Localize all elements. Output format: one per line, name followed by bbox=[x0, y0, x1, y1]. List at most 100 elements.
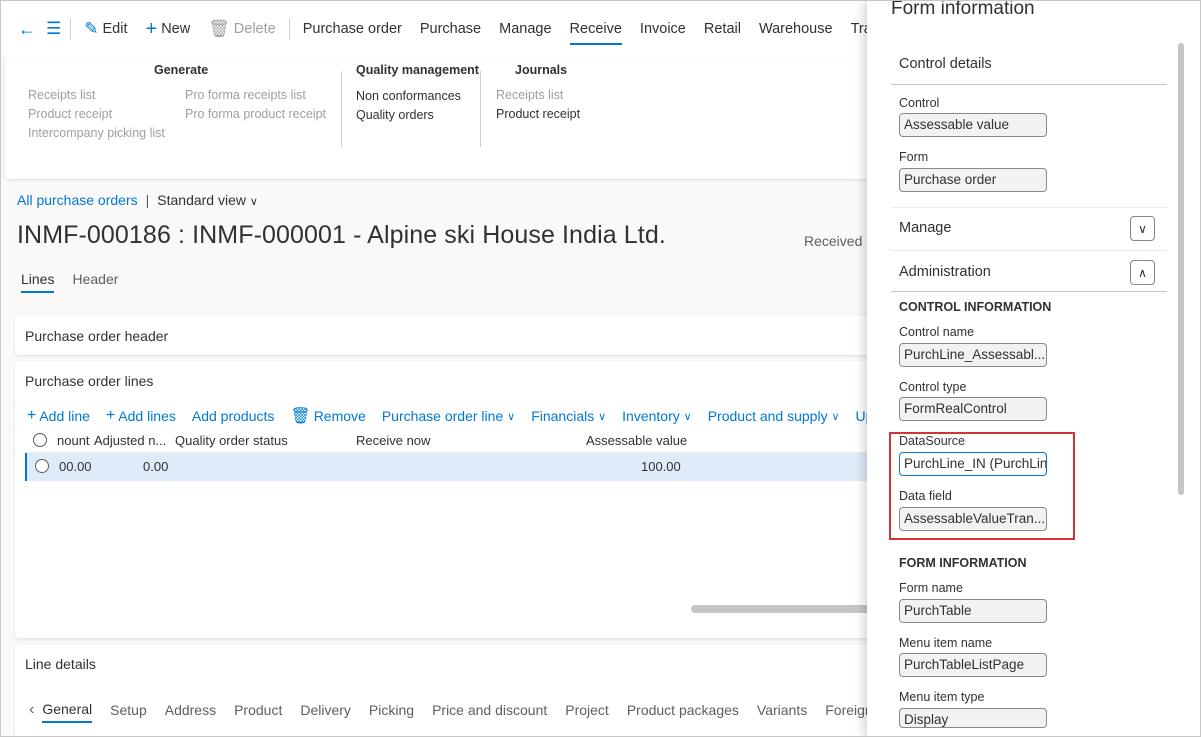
menu-item-type-label: Menu item type bbox=[899, 690, 985, 704]
column-quality-order-status[interactable]: Quality order status bbox=[175, 433, 288, 448]
menu-item-type-field[interactable]: Display bbox=[899, 708, 1047, 728]
delete-button[interactable]: 🗑 Delete bbox=[199, 1, 285, 57]
tab-address[interactable]: Address bbox=[165, 702, 216, 722]
panel-title: Purchase order header bbox=[25, 328, 169, 344]
product-supply-label: Product and supply bbox=[707, 408, 828, 424]
menu-item-name-label: Menu item name bbox=[899, 636, 993, 650]
tab-product-packages[interactable]: Product packages bbox=[627, 702, 739, 722]
page-title: INMF-000186 : INMF-000001 - Alpine ski H… bbox=[17, 221, 666, 249]
inventory-menu[interactable]: Inventory ∨ bbox=[622, 408, 692, 424]
breadcrumb-all-purchase-orders[interactable]: All purchase orders bbox=[17, 192, 138, 208]
view-label: Standard view bbox=[157, 192, 246, 208]
tab-project[interactable]: Project bbox=[565, 702, 609, 722]
tab-setup[interactable]: Setup bbox=[110, 702, 147, 722]
line-details-tabs: ‹ General Setup Address Product Delivery… bbox=[29, 701, 911, 723]
trash-icon: 🗑 bbox=[208, 19, 230, 38]
select-all-radio[interactable] bbox=[33, 433, 47, 447]
panel-title: Form information bbox=[891, 0, 1035, 19]
remove-label: Remove bbox=[313, 408, 366, 424]
tab-purchase-order[interactable]: Purchase order bbox=[294, 1, 411, 57]
pencil-icon: ✎ bbox=[84, 19, 99, 38]
page-tabs: Lines Header bbox=[21, 271, 118, 293]
form-name-field[interactable]: PurchTable bbox=[899, 599, 1047, 623]
form-information-panel: Form information Control details Control… bbox=[867, 0, 1200, 736]
status-label: Received bbox=[804, 233, 863, 249]
tab-purchase[interactable]: Purchase bbox=[411, 1, 490, 57]
tab-delivery[interactable]: Delivery bbox=[300, 702, 351, 722]
tab-product[interactable]: Product bbox=[234, 702, 282, 722]
generate-product-receipt[interactable]: Product receipt bbox=[28, 105, 165, 124]
tab-picking[interactable]: Picking bbox=[369, 702, 414, 722]
cell-adjusted: 0.00 bbox=[143, 459, 169, 474]
table-row[interactable]: 00.00 0.00 100.00 bbox=[25, 453, 877, 481]
control-type-field[interactable]: FormRealControl bbox=[899, 397, 1047, 421]
grid-header: nount Adjusted n... Quality order status… bbox=[25, 429, 877, 453]
view-selector[interactable]: Standard view ∨ bbox=[157, 192, 258, 208]
column-assessable-value[interactable]: Assessable value bbox=[586, 433, 687, 448]
chevron-down-icon: ∨ bbox=[831, 410, 840, 423]
tab-price-and-discount[interactable]: Price and discount bbox=[432, 702, 547, 722]
menu-icon[interactable]: ☰ bbox=[41, 1, 66, 57]
tab-variants[interactable]: Variants bbox=[757, 702, 807, 722]
ribbon-group-title: Generate bbox=[154, 63, 209, 77]
tab-header[interactable]: Header bbox=[72, 271, 118, 293]
product-and-supply-menu[interactable]: Product and supply ∨ bbox=[708, 408, 840, 424]
new-button[interactable]: + New bbox=[137, 1, 200, 57]
add-line-button[interactable]: + Add line bbox=[27, 407, 90, 425]
column-amount[interactable]: nount bbox=[57, 433, 90, 448]
generate-receipts-list[interactable]: Receipts list bbox=[28, 86, 165, 105]
breadcrumb-separator: | bbox=[145, 192, 150, 208]
control-name-field[interactable]: PurchLine_Assessabl... bbox=[899, 343, 1047, 367]
remove-button[interactable]: 🗑 Remove bbox=[290, 406, 365, 426]
journals-receipts-list[interactable]: Receipts list bbox=[496, 86, 580, 105]
quality-orders-link[interactable]: Quality orders bbox=[356, 106, 479, 125]
row-select-radio[interactable] bbox=[35, 459, 49, 473]
administration-header[interactable]: Administration bbox=[899, 264, 991, 280]
action-bar-divider bbox=[70, 18, 72, 40]
new-label: New bbox=[161, 21, 191, 37]
control-information-heading: CONTROL INFORMATION bbox=[899, 300, 1052, 314]
edit-button[interactable]: ✎ Edit bbox=[75, 1, 136, 57]
generate-pro-forma-receipts-list[interactable]: Pro forma receipts list bbox=[185, 86, 326, 105]
control-field[interactable]: Assessable value bbox=[899, 113, 1047, 137]
column-adjusted[interactable]: Adjusted n... bbox=[94, 433, 166, 448]
panel-title: Line details bbox=[25, 656, 96, 672]
form-information-heading: FORM INFORMATION bbox=[899, 556, 1027, 570]
tab-general[interactable]: General bbox=[42, 701, 93, 723]
form-field[interactable]: Purchase order bbox=[899, 168, 1047, 192]
plus-multiple-icon: + bbox=[105, 407, 116, 424]
ribbon-group-journals: Journals bbox=[515, 63, 567, 87]
purchase-order-line-menu[interactable]: Purchase order line ∨ bbox=[382, 408, 515, 424]
horizontal-scrollbar[interactable] bbox=[691, 605, 877, 613]
chevron-up-icon[interactable]: ∧ bbox=[1130, 260, 1155, 285]
add-line-label: Add line bbox=[39, 408, 90, 424]
ribbon-generate-col2: Pro forma receipts list Pro forma produc… bbox=[185, 86, 326, 124]
non-conformances-link[interactable]: Non conformances bbox=[356, 87, 479, 106]
journals-product-receipt[interactable]: Product receipt bbox=[496, 105, 580, 124]
tab-receive[interactable]: Receive bbox=[561, 1, 631, 57]
ribbon-group-quality: Quality management Non conformances Qual… bbox=[356, 63, 479, 125]
tab-retail[interactable]: Retail bbox=[695, 1, 750, 57]
add-products-button[interactable]: Add products bbox=[192, 408, 275, 424]
purchase-order-header-panel[interactable]: Purchase order header bbox=[15, 315, 895, 355]
financials-menu[interactable]: Financials ∨ bbox=[531, 408, 606, 424]
generate-intercompany-picking-list[interactable]: Intercompany picking list bbox=[28, 124, 165, 143]
tab-lines[interactable]: Lines bbox=[21, 271, 55, 293]
chevron-down-icon: ∨ bbox=[249, 196, 258, 208]
column-receive-now[interactable]: Receive now bbox=[356, 433, 430, 448]
tab-invoice[interactable]: Invoice bbox=[631, 1, 695, 57]
back-arrow-icon[interactable]: ← bbox=[13, 1, 41, 57]
tab-manage[interactable]: Manage bbox=[490, 1, 560, 57]
vertical-scrollbar[interactable] bbox=[1178, 43, 1184, 495]
tab-warehouse[interactable]: Warehouse bbox=[750, 1, 842, 57]
manage-header[interactable]: Manage bbox=[899, 220, 951, 236]
generate-pro-forma-product-receipt[interactable]: Pro forma product receipt bbox=[185, 105, 326, 124]
chevron-left-icon[interactable]: ‹ bbox=[29, 701, 34, 723]
financials-label: Financials bbox=[531, 408, 595, 424]
chevron-down-icon[interactable]: ∨ bbox=[1130, 216, 1155, 241]
panel-title: Purchase order lines bbox=[25, 373, 154, 389]
control-details-header[interactable]: Control details bbox=[899, 56, 992, 72]
delete-label: Delete bbox=[233, 21, 276, 37]
menu-item-name-field[interactable]: PurchTableListPage bbox=[899, 653, 1047, 677]
add-lines-button[interactable]: + Add lines bbox=[106, 407, 176, 425]
